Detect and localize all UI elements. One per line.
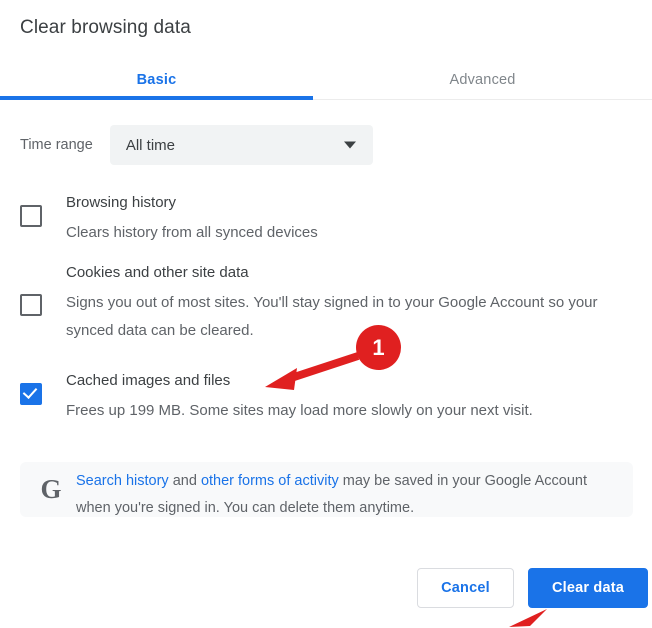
tab-basic[interactable]: Basic [0,62,313,98]
option-title-browsing-history: Browsing history [66,194,177,211]
google-account-notice: G Search history and other forms of acti… [20,462,633,517]
page-title: Clear browsing data [20,17,191,38]
notice-mid: and [168,473,201,489]
clear-browsing-data-dialog: Clear browsing data Basic Advanced Time … [0,0,652,628]
option-description-browsing-history: Clears history from all synced devices [66,224,318,241]
checkbox-cookies[interactable] [20,294,42,316]
notice-text: Search history and other forms of activi… [76,468,621,522]
checkmark-icon [22,383,38,400]
cancel-button[interactable]: Cancel [417,568,514,608]
other-activity-link[interactable]: other forms of activity [201,473,339,489]
time-range-value: All time [125,136,175,154]
time-range-label: Time range [20,137,93,153]
option-description-cached-images: Frees up 199 MB. Some sites may load mor… [66,402,533,419]
google-g-icon: G [40,474,62,504]
time-range-select[interactable]: All time [109,125,373,165]
search-history-link[interactable]: Search history [76,473,169,489]
option-title-cookies: Cookies and other site data [66,264,249,281]
time-range-row: Time range All time [20,125,373,165]
checkbox-cached-images[interactable] [20,383,42,405]
option-description-cookies: Signs you out of most sites. You'll stay… [66,294,598,339]
option-title-cached-images: Cached images and files [66,372,231,389]
tab-advanced[interactable]: Advanced [313,62,652,98]
clear-data-button[interactable]: Clear data [528,568,648,608]
checkbox-browsing-history[interactable] [20,205,42,227]
chevron-down-icon [343,141,356,149]
tab-active-indicator [0,96,313,100]
